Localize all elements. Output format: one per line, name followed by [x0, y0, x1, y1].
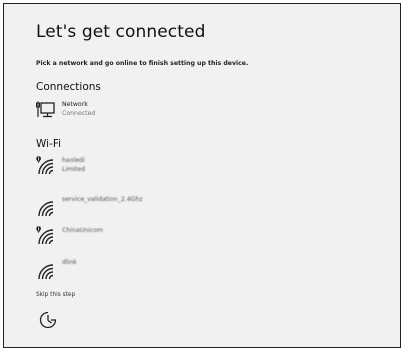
skip-this-step-link[interactable]: Skip this step — [36, 292, 75, 298]
wifi-icon — [36, 261, 56, 281]
page-title: Let's get connected — [36, 22, 206, 42]
wifi-icon — [36, 198, 56, 218]
network-name: Network — [62, 101, 88, 108]
wifi-name: dlink — [62, 259, 77, 266]
setup-window: Let's get connected Pick a network and g… — [3, 3, 401, 348]
ethernet-icon — [36, 100, 56, 120]
wifi-warning-icon — [36, 156, 56, 176]
network-status: Connected — [62, 110, 96, 117]
wifi-name: ChinaUnicom — [62, 227, 104, 234]
wifi-heading: Wi-Fi — [36, 138, 62, 150]
wifi-name: haoledi — [62, 157, 85, 164]
wifi-item-dlink[interactable]: dlink — [36, 258, 236, 282]
wifi-item-haoledi[interactable]: haoledi Limited — [36, 156, 236, 180]
wifi-warning-icon — [36, 226, 56, 246]
wifi-item-chinaunicom[interactable]: ChinaUnicom — [36, 226, 236, 250]
page-subtitle: Pick a network and go online to finish s… — [36, 60, 249, 67]
wifi-status: Limited — [62, 166, 86, 173]
wifi-item-service-validation[interactable]: service_validation_2.4Ghz — [36, 195, 236, 219]
wifi-name: service_validation_2.4Ghz — [62, 196, 143, 203]
network-item-ethernet[interactable]: Network Connected — [36, 100, 236, 124]
ease-of-access-icon[interactable] — [39, 311, 57, 329]
connections-heading: Connections — [36, 81, 101, 93]
